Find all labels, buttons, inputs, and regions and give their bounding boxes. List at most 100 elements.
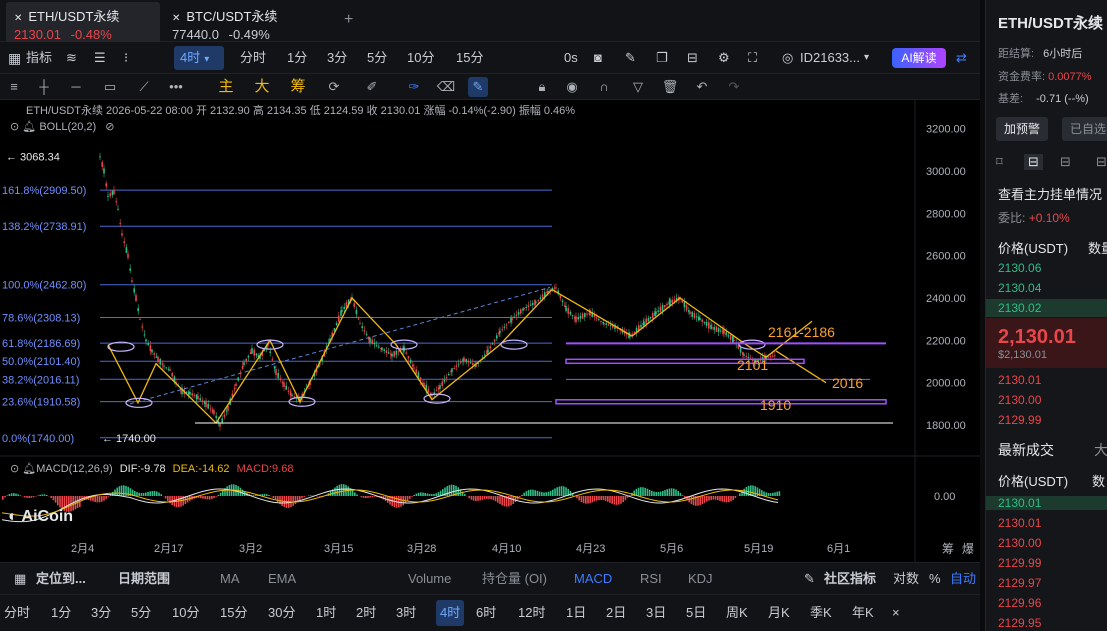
more-icon[interactable]: ⁝ bbox=[124, 42, 128, 74]
rect-icon[interactable]: ▭ bbox=[100, 77, 120, 97]
eraser-icon[interactable]: ⌫ bbox=[436, 77, 456, 97]
pct-toggle[interactable]: % bbox=[929, 563, 941, 595]
ask-row[interactable]: 2130.02 bbox=[998, 301, 1041, 315]
orderbook-sell-icon[interactable]: ⊟ bbox=[1096, 154, 1107, 170]
price-chart[interactable]: 161.8%(2909.50) 138.2%(2738.91) 100.0%(246… bbox=[0, 100, 980, 562]
layout-icon[interactable]: ▦ bbox=[8, 42, 21, 74]
settings-icon[interactable]: ⊙ bbox=[10, 463, 19, 475]
big-button[interactable]: 大 bbox=[252, 77, 272, 97]
gear-icon[interactable]: ⚙ bbox=[718, 42, 730, 74]
corner-chip[interactable]: 筹 bbox=[942, 540, 954, 557]
orderbook-icon[interactable]: ⌑ bbox=[996, 154, 1003, 170]
bid-row[interactable]: 2130.00 bbox=[998, 393, 1041, 407]
close-icon[interactable]: × bbox=[892, 597, 900, 629]
eye-off-icon[interactable]: ⊘ bbox=[105, 121, 114, 133]
chip-button[interactable]: 筹 bbox=[288, 77, 308, 97]
add-alert-button[interactable]: 加预警 bbox=[996, 117, 1048, 141]
tf-8[interactable]: 2时 bbox=[356, 597, 376, 629]
undo-icon[interactable]: ↶ bbox=[692, 77, 712, 97]
range-button[interactable]: 日期范围 bbox=[118, 563, 170, 595]
draw-icon[interactable]: ✑ bbox=[404, 77, 424, 97]
tf-14[interactable]: 2日 bbox=[606, 597, 626, 629]
depth-title[interactable]: 查看主力挂单情况 bbox=[998, 184, 1102, 203]
indicators-button[interactable]: 指标 bbox=[26, 42, 52, 74]
orderbook-both-icon[interactable]: ⊟ bbox=[1024, 154, 1043, 170]
tab-btc[interactable]: ✕ BTC/USDT永续 77440.0 -0.49% bbox=[164, 2, 334, 42]
tf-5[interactable]: 15分 bbox=[220, 597, 247, 629]
orderbook-buy-icon[interactable]: ⊟ bbox=[1060, 154, 1071, 170]
refresh-icon[interactable]: ⟳ bbox=[324, 77, 344, 97]
redo-icon[interactable]: ↷ bbox=[724, 77, 744, 97]
chart-area[interactable]: 161.8%(2909.50) 138.2%(2738.91) 100.0%(246… bbox=[0, 100, 980, 562]
tf-12[interactable]: 12时 bbox=[518, 597, 545, 629]
interval-select[interactable]: 4时 ▾ bbox=[174, 46, 224, 70]
tf-6[interactable]: 30分 bbox=[268, 597, 295, 629]
highlight-icon[interactable]: ✎ bbox=[468, 77, 488, 97]
copy-icon[interactable]: ❐ bbox=[656, 42, 668, 74]
ind-macd[interactable]: MACD bbox=[574, 563, 612, 595]
trades-title[interactable]: 最新成交 bbox=[998, 440, 1054, 460]
corner-liq[interactable]: 爆 bbox=[962, 540, 974, 557]
ind-ma[interactable]: MA bbox=[220, 563, 240, 595]
lock-icon[interactable]: 🔒︎ bbox=[532, 77, 552, 97]
tf-9[interactable]: 3时 bbox=[396, 597, 416, 629]
settings-icon[interactable]: ⊙ bbox=[10, 121, 19, 133]
goto-button[interactable]: 定位到... bbox=[36, 563, 86, 595]
bell-icon[interactable]: 🔔︎ bbox=[22, 121, 36, 133]
bid-row[interactable]: 2130.01 bbox=[998, 373, 1041, 387]
hline-icon[interactable]: ─ bbox=[66, 77, 86, 97]
tf-15m[interactable]: 15分 bbox=[456, 42, 483, 74]
tf-4[interactable]: 10分 bbox=[172, 597, 199, 629]
ind-ema[interactable]: EMA bbox=[268, 563, 296, 595]
seconds-button[interactable]: 0s bbox=[564, 42, 578, 74]
main-button[interactable]: 主 bbox=[216, 77, 236, 97]
community-button[interactable]: 社区指标 bbox=[824, 563, 876, 595]
edit-icon[interactable]: ✎ bbox=[804, 563, 815, 595]
pencil-icon[interactable]: ✎ bbox=[625, 42, 636, 74]
tf-2[interactable]: 3分 bbox=[91, 597, 111, 629]
trades-tab-big[interactable]: 大 bbox=[1094, 440, 1107, 460]
bell-icon[interactable]: 🔔︎ bbox=[22, 463, 36, 475]
ai-button[interactable]: AI解读 bbox=[892, 48, 946, 68]
tf-3m[interactable]: 3分 bbox=[327, 42, 347, 74]
filter-icon[interactable]: ▽ bbox=[628, 77, 648, 97]
chevron-down-icon[interactable]: ▾ bbox=[864, 42, 869, 74]
ask-row[interactable]: 2130.06 bbox=[998, 261, 1041, 275]
ruler-icon[interactable]: ⊟ bbox=[687, 42, 698, 74]
ind-rsi[interactable]: RSI bbox=[640, 563, 662, 595]
tf-16[interactable]: 5日 bbox=[686, 597, 706, 629]
tf-7[interactable]: 1时 bbox=[316, 597, 336, 629]
fullscreen-icon[interactable]: ⛶ bbox=[748, 42, 757, 74]
template-icon[interactable]: ☰ bbox=[94, 42, 106, 74]
menu-icon[interactable]: ≡ bbox=[4, 77, 24, 97]
ind-kdj[interactable]: KDJ bbox=[688, 563, 713, 595]
tf-fenshi[interactable]: 分时 bbox=[240, 42, 266, 74]
dots-icon[interactable]: ••• bbox=[166, 77, 186, 97]
watchlist-button[interactable]: 已自选 bbox=[1062, 117, 1107, 141]
trendline-icon[interactable]: ⟋ bbox=[134, 77, 154, 97]
tf-0[interactable]: 分时 bbox=[4, 597, 30, 629]
tf-17[interactable]: 周K bbox=[726, 597, 748, 629]
crosshair-icon[interactable]: ┼ bbox=[34, 77, 54, 97]
ask-row[interactable]: 2130.04 bbox=[998, 281, 1041, 295]
tf-5m[interactable]: 5分 bbox=[367, 42, 387, 74]
tf-10m[interactable]: 10分 bbox=[407, 42, 434, 74]
account-select[interactable]: ID21633... bbox=[800, 42, 860, 74]
new-tab-button[interactable]: + bbox=[344, 11, 353, 29]
calendar-icon[interactable]: ▦ bbox=[14, 563, 26, 595]
bid-row[interactable]: 2129.99 bbox=[998, 413, 1041, 427]
auto-toggle[interactable]: 自动 bbox=[950, 563, 976, 595]
brush-icon[interactable]: ✐ bbox=[362, 77, 382, 97]
share-icon[interactable]: ⇄ bbox=[956, 42, 967, 74]
eye-icon[interactable]: ◉ bbox=[562, 77, 582, 97]
tf-20[interactable]: 年K bbox=[852, 597, 874, 629]
tf-10[interactable]: 4时 bbox=[436, 600, 465, 626]
tf-19[interactable]: 季K bbox=[810, 597, 832, 629]
ind-oi[interactable]: 持仓量 (OI) bbox=[482, 563, 547, 595]
trash-icon[interactable]: 🗑︎ bbox=[660, 77, 680, 97]
camera-icon[interactable]: ◙ bbox=[594, 42, 602, 74]
tf-13[interactable]: 1日 bbox=[566, 597, 586, 629]
tf-15[interactable]: 3日 bbox=[646, 597, 666, 629]
magnet-icon[interactable]: ∩ bbox=[594, 77, 614, 97]
tf-3[interactable]: 5分 bbox=[131, 597, 151, 629]
